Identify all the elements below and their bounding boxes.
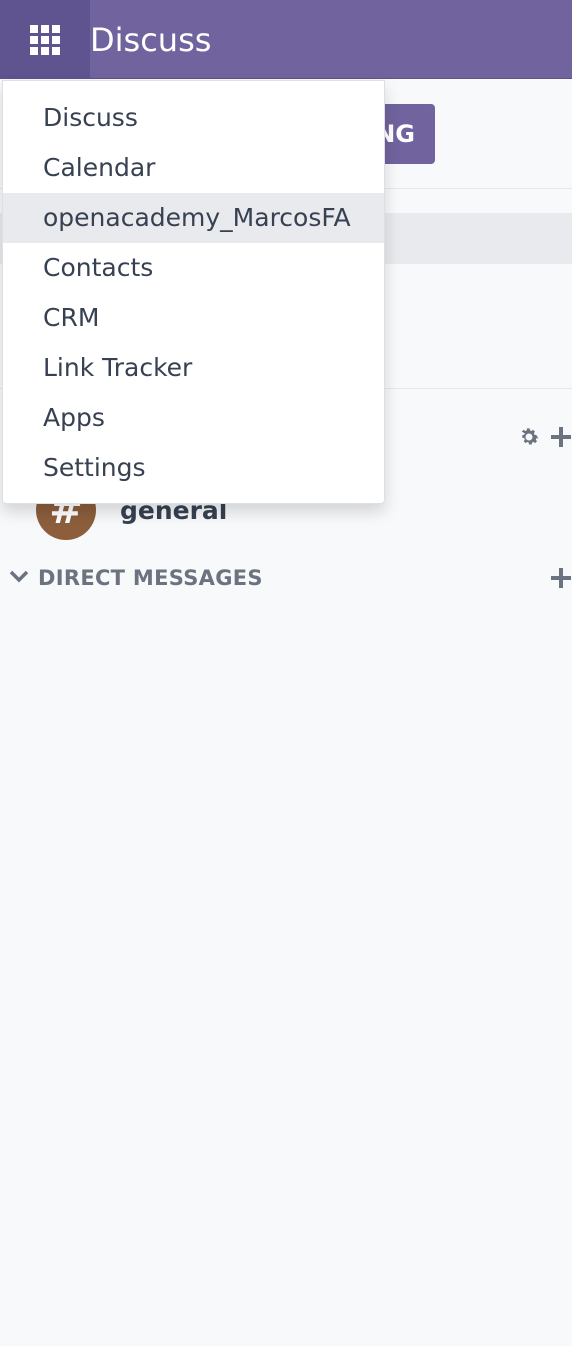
main-navbar: Discuss xyxy=(0,0,572,79)
menu-item-link-tracker[interactable]: Link Tracker xyxy=(3,343,384,393)
gear-icon[interactable] xyxy=(517,425,541,454)
menu-item-discuss[interactable]: Discuss xyxy=(3,93,384,143)
direct-messages-label: DIRECT MESSAGES xyxy=(38,566,263,590)
channel-tools xyxy=(517,425,572,454)
menu-item-apps[interactable]: Apps xyxy=(3,393,384,443)
direct-messages-header[interactable]: DIRECT MESSAGES xyxy=(8,563,572,593)
menu-item-calendar[interactable]: Calendar xyxy=(3,143,384,193)
menu-item-settings[interactable]: Settings xyxy=(3,443,384,493)
plus-icon[interactable] xyxy=(550,567,572,594)
app-title[interactable]: Discuss xyxy=(90,20,211,60)
apps-menu-toggle[interactable] xyxy=(0,0,90,79)
grid-icon xyxy=(30,24,60,55)
plus-icon[interactable] xyxy=(549,425,572,454)
apps-dropdown-menu: Discuss Calendar openacademy_MarcosFA Co… xyxy=(2,80,385,504)
menu-item-openacademy[interactable]: openacademy_MarcosFA xyxy=(3,193,384,243)
menu-item-contacts[interactable]: Contacts xyxy=(3,243,384,293)
chevron-down-icon[interactable] xyxy=(8,565,30,592)
menu-item-crm[interactable]: CRM xyxy=(3,293,384,343)
